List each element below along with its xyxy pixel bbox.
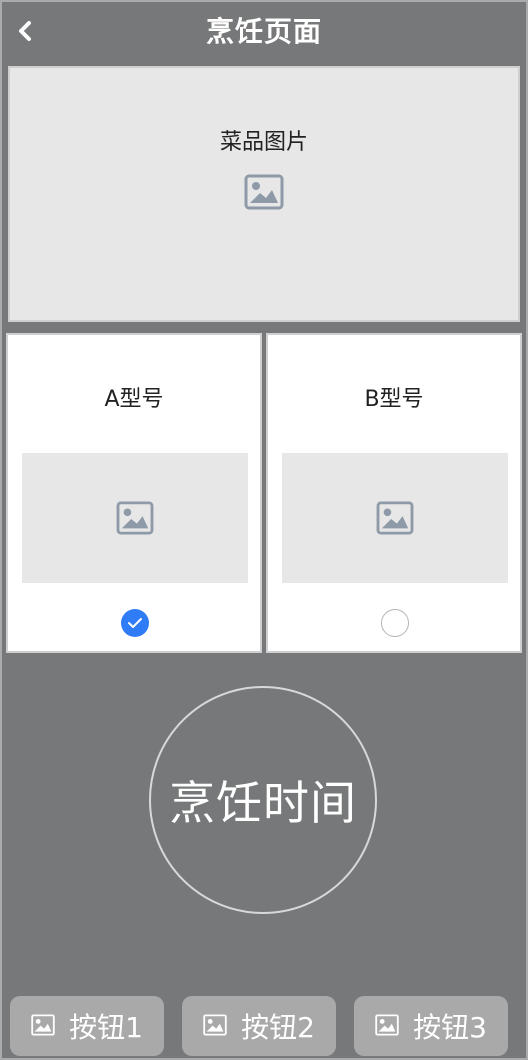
image-icon [376,501,414,535]
page-title: 烹饪页面 [205,15,322,48]
option-label: B型号 [364,387,424,412]
button-2[interactable]: 按钮2 [182,996,336,1056]
cooking-time-label: 烹饪时间 [169,776,357,830]
option-label: A型号 [104,387,164,412]
dish-image-label: 菜品图片 [219,130,308,155]
option-radio-unselected[interactable] [381,609,409,637]
option-card-a[interactable]: A型号 [6,333,262,653]
button-1[interactable]: 按钮1 [10,996,164,1056]
dish-image-panel: 菜品图片 [8,66,520,322]
button-label: 按钮2 [241,1011,315,1044]
image-icon [375,1014,399,1038]
button-label: 按钮1 [69,1011,143,1044]
image-icon [244,174,284,210]
option-radio-selected[interactable] [121,609,149,637]
check-icon [128,618,142,628]
header: 烹饪页面 [2,2,526,60]
image-icon [116,501,154,535]
cooking-time-button[interactable]: 烹饪时间 [149,686,377,914]
image-icon [31,1014,55,1038]
option-image [282,453,508,583]
option-card-b[interactable]: B型号 [266,333,522,653]
button-label: 按钮3 [413,1011,487,1044]
button-3[interactable]: 按钮3 [354,996,508,1056]
image-icon [203,1014,227,1038]
option-image [22,453,248,583]
cooking-page: 烹饪页面 菜品图片 A型号 B型号 烹饪时间 按钮1 按钮2 按钮3 [0,0,528,1060]
